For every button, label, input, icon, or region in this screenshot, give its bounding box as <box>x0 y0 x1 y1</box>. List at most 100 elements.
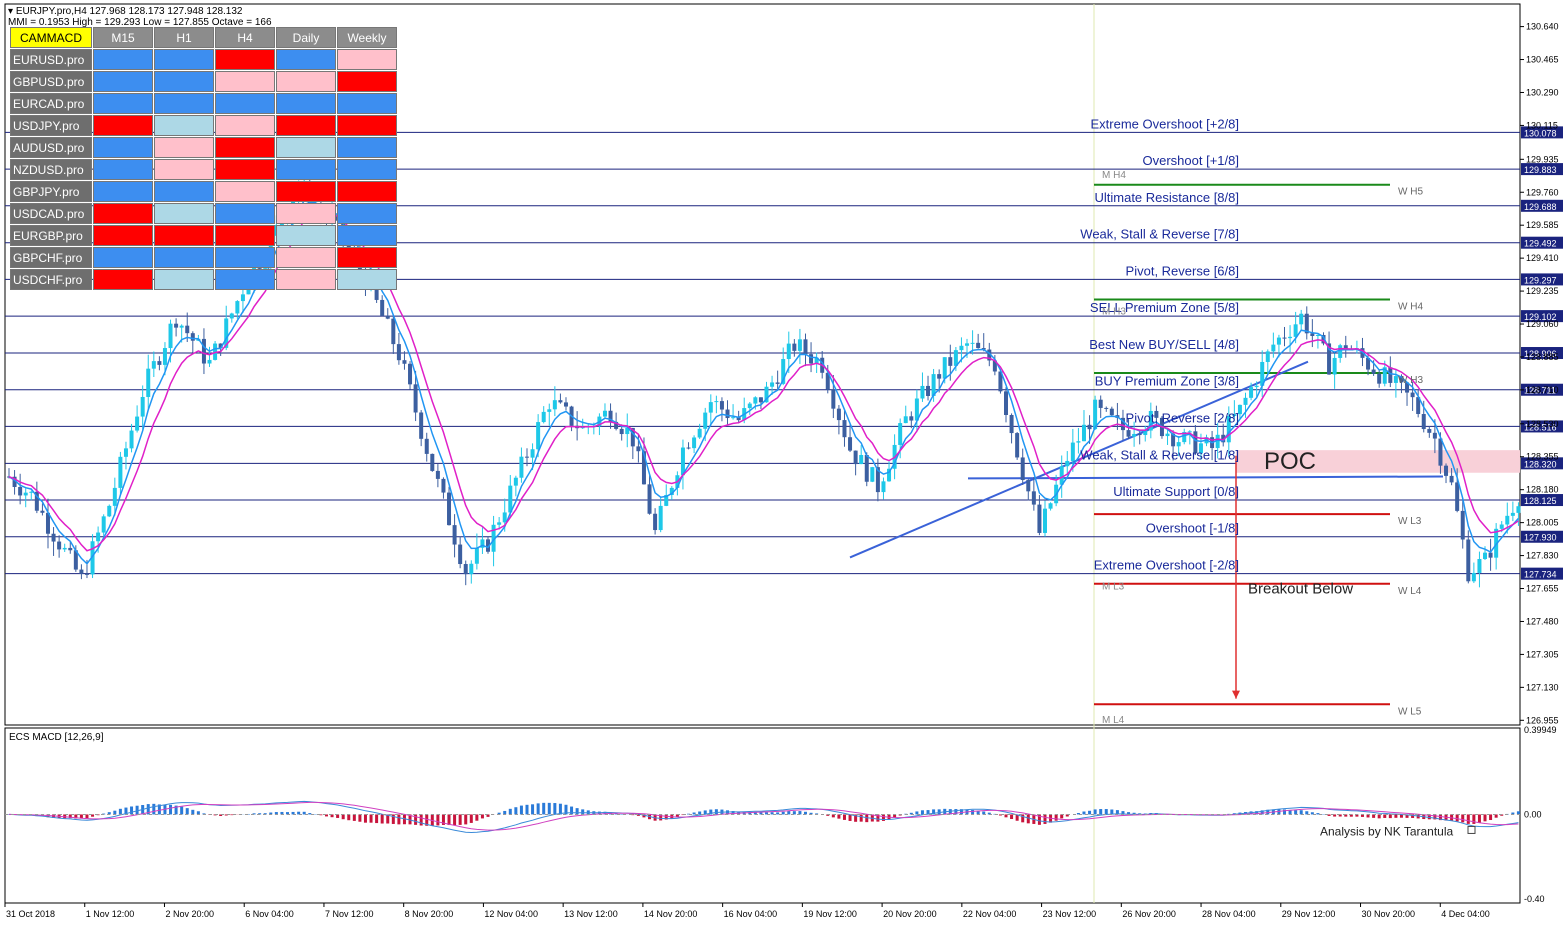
candle-body <box>1037 504 1042 533</box>
collapse-triangle-icon[interactable]: ▾ <box>8 6 13 17</box>
macd-histogram-bar <box>1099 809 1103 815</box>
mtf-timeframe-header: H4 <box>215 27 275 48</box>
mtf-symbol-label[interactable]: NZDUSD.pro <box>10 159 92 180</box>
mtf-symbol-label[interactable]: USDJPY.pro <box>10 115 92 136</box>
murrey-level-label: Pivot, Reverse [6/8] <box>1126 263 1239 278</box>
mtf-signal-cell <box>154 225 214 246</box>
price-tick-label: 127.305 <box>1526 649 1559 659</box>
candle-body <box>803 339 808 355</box>
candle-body <box>430 453 435 471</box>
price-tick-label: 130.640 <box>1526 22 1559 32</box>
mtf-timeframe-header: Daily <box>276 27 336 48</box>
candle-body <box>970 342 975 344</box>
candle-body <box>697 428 702 438</box>
candle-body <box>1449 475 1454 483</box>
candle-body <box>753 397 758 404</box>
candle-body <box>96 532 101 542</box>
mtf-signal-cell <box>337 71 397 92</box>
candle-body <box>413 384 418 413</box>
candle-body <box>1377 373 1382 384</box>
mtf-signal-cell <box>215 269 275 290</box>
time-tick-label: 26 Nov 20:00 <box>1122 909 1176 919</box>
mtf-symbol-label[interactable]: USDCAD.pro <box>10 203 92 224</box>
mtf-signal-cell <box>276 115 336 136</box>
candle-body <box>1505 515 1510 525</box>
macd-histogram-bar <box>714 809 718 815</box>
time-tick-label: 28 Nov 04:00 <box>1202 909 1256 919</box>
mtf-row: EURUSD.pro <box>10 49 397 70</box>
mtf-signal-cell <box>276 203 336 224</box>
mtf-symbol-label[interactable]: EURGBP.pro <box>10 225 92 246</box>
mtf-signal-cell <box>215 115 275 136</box>
mtf-signal-cell <box>276 269 336 290</box>
price-tick-label: 130.465 <box>1526 55 1559 65</box>
candle-body <box>1460 510 1465 540</box>
mtf-signal-cell <box>215 93 275 114</box>
candle-body <box>1137 433 1142 436</box>
candle-body <box>157 361 162 365</box>
mtf-symbol-label[interactable]: EURCAD.pro <box>10 93 92 114</box>
mtf-symbol-label[interactable]: GBPJPY.pro <box>10 181 92 202</box>
macd-histogram-bar <box>1010 814 1014 820</box>
price-tick-label: 129.235 <box>1526 286 1559 296</box>
candle-body <box>1499 524 1504 529</box>
macd-histogram-bar <box>1026 814 1030 824</box>
candle-body <box>107 505 112 517</box>
price-tag: 129.492 <box>1524 239 1557 249</box>
candle-body <box>959 345 964 351</box>
candle-body <box>708 402 713 413</box>
mtf-signal-cell <box>276 137 336 158</box>
mtf-symbol-label[interactable]: EURUSD.pro <box>10 49 92 70</box>
macd-histogram-bar <box>436 814 440 826</box>
time-axis: 31 Oct 2018 1 Nov 12:00 2 Nov 20:00 6 Nov 0… <box>4 903 1490 919</box>
mtf-signal-cell <box>215 137 275 158</box>
candle-body <box>1288 336 1293 339</box>
candle-body <box>1059 466 1064 485</box>
mtf-signal-cell <box>215 71 275 92</box>
price-tag: 127.734 <box>1524 570 1557 580</box>
candle-body <box>118 456 123 488</box>
candle-body <box>207 359 212 364</box>
time-tick-label: 8 Nov 20:00 <box>405 909 454 919</box>
mtf-signal-cell <box>337 269 397 290</box>
mtf-header-row: CAMMACD M15 H1 H4 Daily Weekly <box>10 27 397 48</box>
candle-body <box>385 315 390 319</box>
mtf-signal-cell <box>154 269 214 290</box>
candle-body <box>1432 432 1437 439</box>
mtf-symbol-label[interactable]: AUDUSD.pro <box>10 137 92 158</box>
price-tick-label: 129.060 <box>1526 319 1559 329</box>
price-tag: 129.883 <box>1524 165 1557 175</box>
macd-histogram-bar <box>380 814 384 824</box>
candle-body <box>831 389 836 409</box>
macd-histogram-bar <box>1388 814 1392 819</box>
candle-body <box>842 420 847 438</box>
macd-histogram-bar <box>1060 814 1064 819</box>
macd-histogram-bar <box>531 804 535 815</box>
mtf-symbol-label[interactable]: GBPCHF.pro <box>10 247 92 268</box>
candle-body <box>151 361 156 369</box>
mtf-signal-cell <box>93 159 153 180</box>
murrey-level-label: Overshoot [-1/8] <box>1146 521 1239 536</box>
mtf-signal-cell <box>276 71 336 92</box>
candle-body <box>1488 552 1493 558</box>
candle-body <box>809 354 814 364</box>
mtf-symbol-label[interactable]: USDCHF.pro <box>10 269 92 290</box>
murrey-level-label: Extreme Overshoot [-2/8] <box>1094 558 1239 573</box>
candle-body <box>552 400 557 410</box>
murrey-level-label: Pivot, Reverse [2/8] <box>1126 410 1239 425</box>
candle-body <box>447 492 452 526</box>
mtf-signal-cell <box>215 203 275 224</box>
mtf-signal-cell <box>93 203 153 224</box>
macd-histogram-bar <box>135 805 139 815</box>
candle-body <box>1466 539 1471 582</box>
candle-body <box>1076 441 1081 443</box>
macd-histogram-bar <box>1088 810 1092 815</box>
macd-histogram-bar <box>1021 814 1025 823</box>
price-tick-label: 126.955 <box>1526 715 1559 725</box>
macd-histogram-bar <box>341 814 345 820</box>
mtf-symbol-label[interactable]: GBPUSD.pro <box>10 71 92 92</box>
candle-body <box>731 417 736 419</box>
macd-histogram-bar <box>536 803 540 815</box>
candle-body <box>1371 369 1376 374</box>
mtf-signal-cell <box>154 203 214 224</box>
